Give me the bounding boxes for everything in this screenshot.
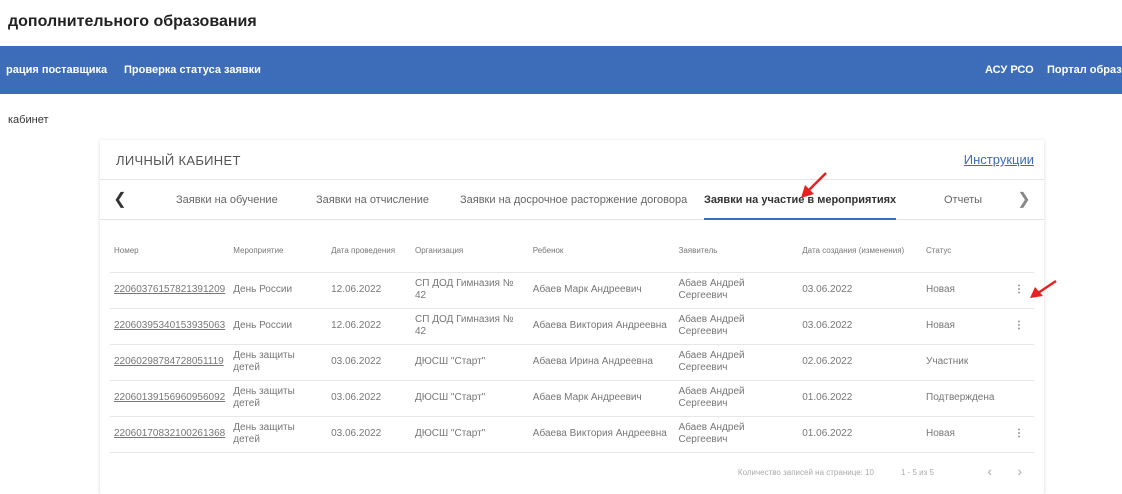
table-cell: Абаев Андрей Сергеевич xyxy=(674,308,799,345)
chevron-left-icon[interactable]: ❮ xyxy=(108,188,132,212)
site-title: дополнительного образования xyxy=(8,13,257,30)
nav-link-asu-rso[interactable]: АСУ РСО xyxy=(985,46,1034,94)
col-header[interactable]: Ребенок xyxy=(528,230,675,273)
col-header[interactable]: Номер xyxy=(110,230,230,273)
table-cell: 03.06.2022 xyxy=(327,344,411,381)
table-row[interactable]: 22060395340153935063 День России 12.06.202… xyxy=(110,308,1034,345)
more-vert-icon[interactable]: ⋮ xyxy=(1003,416,1034,453)
table-cell: 01.06.2022 xyxy=(798,416,923,453)
tab-reports[interactable]: Отчеты xyxy=(944,180,982,220)
more-vert-icon[interactable]: ⋮ xyxy=(1003,272,1034,309)
card-title: ЛИЧНЫЙ КАБИНЕТ xyxy=(116,153,241,168)
table-cell: День защиты детей xyxy=(229,380,328,417)
col-header[interactable]: Дата проведения xyxy=(327,230,411,273)
table-cell: День защиты детей xyxy=(229,416,328,453)
table-cell: Подтверждена xyxy=(922,380,1004,417)
cell-number: 22060376157821391209 xyxy=(110,272,230,309)
table-row[interactable]: 22060298784728051119 День защиты детей 03.… xyxy=(110,344,1034,381)
cell-number: 22060395340153935063 xyxy=(110,308,230,345)
empty-action-cell xyxy=(1003,380,1034,417)
table-cell: Абаев Марк Андреевич xyxy=(528,380,675,417)
table-cell: Абаев Андрей Сергеевич xyxy=(674,272,799,309)
table-cell: Абаева Виктория Андреевна xyxy=(528,308,675,345)
tab-events[interactable]: Заявки на участие в мероприятиях xyxy=(704,180,897,220)
table-cell: 01.06.2022 xyxy=(798,380,923,417)
table-cell: Абаев Андрей Сергеевич xyxy=(674,380,799,417)
table-cell: Абаева Виктория Андреевна xyxy=(528,416,675,453)
rows-per-page[interactable]: Количество записей на странице: 10 xyxy=(738,468,874,477)
table-cell: 03.06.2022 xyxy=(327,416,411,453)
table-cell: Абаев Марк Андреевич xyxy=(528,272,675,309)
application-number-link[interactable]: 22060170832100261368 xyxy=(114,428,225,439)
cell-number: 22060170832100261368 xyxy=(110,416,230,453)
col-header[interactable]: Мероприятие xyxy=(229,230,328,273)
table-cell: Новая xyxy=(922,308,1004,345)
cabinet-card: ЛИЧНЫЙ КАБИНЕТ Инструкции ❮ Заявки на об… xyxy=(100,140,1044,494)
applications-table: Номер Мероприятие Дата проведения Органи… xyxy=(110,230,1034,453)
chevron-right-icon[interactable]: ❯ xyxy=(1012,188,1036,212)
table-cell: Абаева Ирина Андреевна xyxy=(528,344,675,381)
table-cell: СП ДОД Гимназия № 42 xyxy=(411,308,529,345)
table-row[interactable]: 22060376157821391209 День России 12.06.202… xyxy=(110,272,1034,309)
table-cell: Участник xyxy=(922,344,1004,381)
next-page-icon[interactable]: › xyxy=(1017,463,1022,479)
tab-enrollment[interactable]: Заявки на обучение xyxy=(176,180,278,220)
col-header[interactable]: Дата создания (изменения) xyxy=(798,230,923,273)
nav-link-check-status[interactable]: Проверка статуса заявки xyxy=(124,46,261,94)
application-number-link[interactable]: 22060298784728051119 xyxy=(114,356,224,367)
application-number-link[interactable]: 22060395340153935063 xyxy=(114,320,225,331)
card-header: ЛИЧНЫЙ КАБИНЕТ Инструкции xyxy=(100,140,1044,180)
more-vert-icon[interactable]: ⋮ xyxy=(1003,308,1034,345)
empty-action-cell xyxy=(1003,344,1034,381)
col-header[interactable]: Заявитель xyxy=(674,230,799,273)
table-footer: Количество записей на странице: 10 1 - 5… xyxy=(100,458,1044,488)
tab-expulsion[interactable]: Заявки на отчисление xyxy=(316,180,429,220)
application-number-link[interactable]: 22060376157821391209 xyxy=(114,284,225,295)
instructions-link[interactable]: Инструкции xyxy=(964,152,1034,167)
application-number-link[interactable]: 22060139156960956092 xyxy=(114,392,225,403)
page-range: 1 - 5 из 5 xyxy=(900,468,934,477)
table-cell: 12.06.2022 xyxy=(327,308,411,345)
table-cell: День России xyxy=(229,272,328,309)
table-cell: 03.06.2022 xyxy=(798,308,923,345)
table-header-row: Номер Мероприятие Дата проведения Органи… xyxy=(110,230,1034,273)
col-header-actions xyxy=(1003,230,1034,273)
table-cell: Новая xyxy=(922,272,1004,309)
breadcrumb[interactable]: кабинет xyxy=(8,114,48,126)
table-cell: ДЮСШ "Старт" xyxy=(411,416,529,453)
table-cell: СП ДОД Гимназия № 42 xyxy=(411,272,529,309)
table-cell: Абаев Андрей Сергеевич xyxy=(674,416,799,453)
table-cell: 12.06.2022 xyxy=(327,272,411,309)
tab-bar: ❮ Заявки на обучение Заявки на отчислени… xyxy=(100,180,1044,220)
nav-link-provider[interactable]: рация поставщика xyxy=(6,46,107,94)
table-cell: 02.06.2022 xyxy=(798,344,923,381)
col-header[interactable]: Статус xyxy=(922,230,1004,273)
table-cell: День России xyxy=(229,308,328,345)
cell-number: 22060139156960956092 xyxy=(110,380,230,417)
table-cell: День защиты детей xyxy=(229,344,328,381)
tab-early-termination[interactable]: Заявки на досрочное расторжение договора xyxy=(460,180,687,220)
table-cell: Новая xyxy=(922,416,1004,453)
table-row[interactable]: 22060170832100261368 День защиты детей 03.… xyxy=(110,416,1034,453)
table-cell: ДЮСШ "Старт" xyxy=(411,380,529,417)
table-cell: Абаев Андрей Сергеевич xyxy=(674,344,799,381)
table-cell: 03.06.2022 xyxy=(798,272,923,309)
col-header[interactable]: Организация xyxy=(411,230,529,273)
table-cell: 03.06.2022 xyxy=(327,380,411,417)
table-row[interactable]: 22060139156960956092 День защиты детей 03.… xyxy=(110,380,1034,417)
table-cell: ДЮСШ "Старт" xyxy=(411,344,529,381)
prev-page-icon[interactable]: ‹ xyxy=(987,463,992,479)
cell-number: 22060298784728051119 xyxy=(110,344,230,381)
top-navbar: рация поставщика Проверка статуса заявки… xyxy=(0,46,1122,94)
nav-link-portal[interactable]: Портал образоват xyxy=(1047,46,1122,94)
